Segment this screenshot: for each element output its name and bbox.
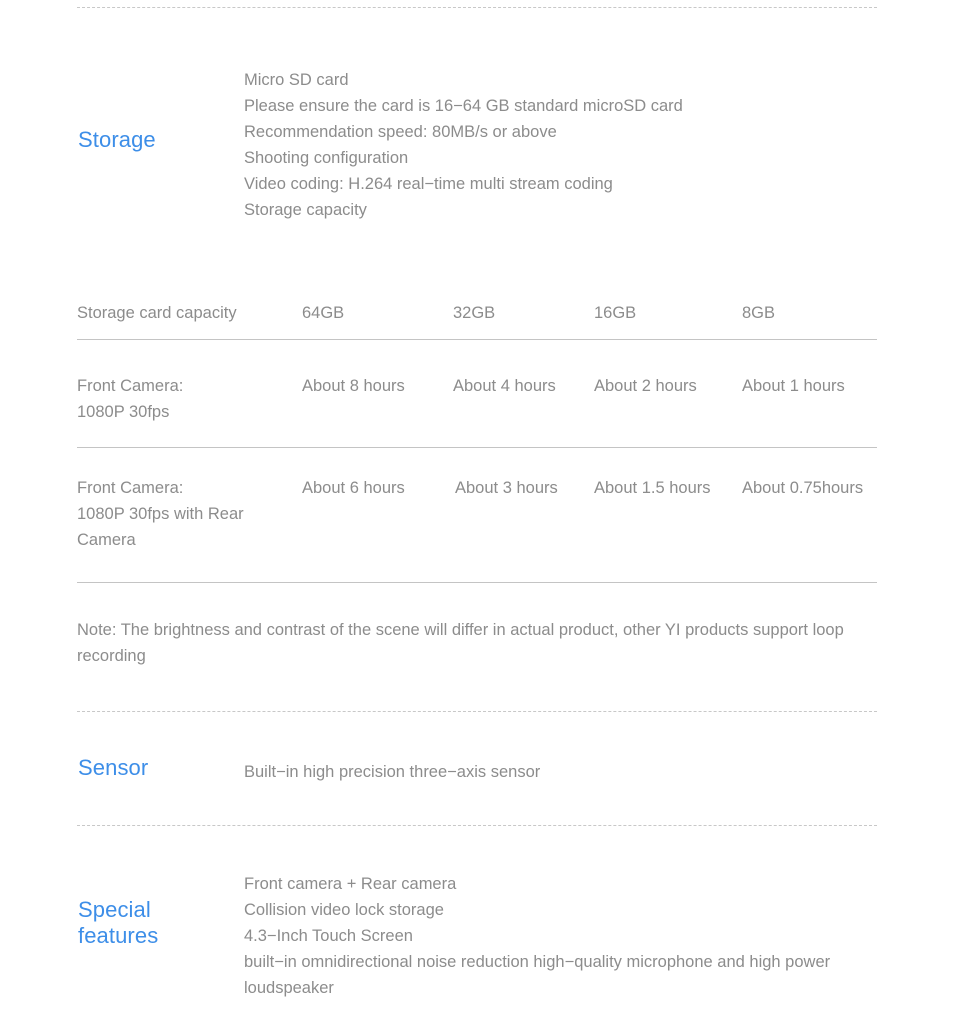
divider-table-header bbox=[77, 339, 877, 340]
special-features-line-1: Front camera + Rear camera bbox=[244, 875, 457, 893]
divider-top bbox=[77, 7, 877, 8]
table-cell: About 4 hours bbox=[453, 377, 556, 395]
table-header-col-16gb: 16GB bbox=[594, 304, 637, 322]
table-cell: About 1 hours bbox=[742, 377, 845, 395]
table-row-label-front-camera: Front Camera: 1080P 30fps bbox=[77, 377, 184, 421]
section-body-sensor: Built−in high precision three−axis senso… bbox=[244, 759, 904, 785]
table-row-label-front-rear-camera: Front Camera: 1080P 30fps with Rear Came… bbox=[77, 479, 244, 549]
table-header-col-64gb: 64GB bbox=[302, 304, 345, 322]
table-cell: About 1.5 hours bbox=[594, 479, 711, 497]
divider-table-row-2 bbox=[77, 582, 877, 583]
spec-page: Storage Micro SD card Please ensure the … bbox=[0, 0, 960, 1017]
section-title-sensor: Sensor bbox=[78, 755, 149, 780]
table-cell: About 3 hours bbox=[455, 479, 558, 497]
storage-line-3: Recommendation speed: 80MB/s or above bbox=[244, 123, 557, 141]
storage-line-6: Storage capacity bbox=[244, 201, 367, 219]
storage-line-4: Shooting configuration bbox=[244, 149, 409, 167]
storage-line-5: Video coding: H.264 real−time multi stre… bbox=[244, 175, 613, 193]
section-body-storage: Micro SD card Please ensure the card is … bbox=[244, 67, 904, 223]
table-header-col-32gb: 32GB bbox=[453, 304, 496, 322]
section-body-special-features: Front camera + Rear camera Collision vid… bbox=[244, 871, 904, 1001]
table-cell: About 8 hours bbox=[302, 377, 405, 395]
divider-table-row-1 bbox=[77, 447, 877, 448]
divider-before-special-features bbox=[77, 825, 877, 826]
table-cell: About 0.75hours bbox=[742, 479, 864, 497]
storage-line-2: Please ensure the card is 16−64 GB stand… bbox=[244, 97, 683, 115]
sensor-line-1: Built−in high precision three−axis senso… bbox=[244, 763, 541, 781]
special-features-line-2: Collision video lock storage bbox=[244, 901, 444, 919]
table-cell: About 2 hours bbox=[594, 377, 697, 395]
section-title-storage: Storage bbox=[78, 127, 156, 152]
storage-line-1: Micro SD card bbox=[244, 71, 349, 89]
table-cell: About 6 hours bbox=[302, 479, 405, 497]
special-features-line-4: built−in omnidirectional noise reduction… bbox=[244, 953, 831, 997]
table-note: Note: The brightness and contrast of the… bbox=[77, 621, 844, 665]
table-header-col-8gb: 8GB bbox=[742, 304, 776, 322]
section-title-special-features: Special features bbox=[78, 897, 159, 948]
divider-before-sensor bbox=[77, 711, 877, 712]
table-header-label: Storage card capacity bbox=[77, 304, 237, 322]
special-features-line-3: 4.3−Inch Touch Screen bbox=[244, 927, 413, 945]
